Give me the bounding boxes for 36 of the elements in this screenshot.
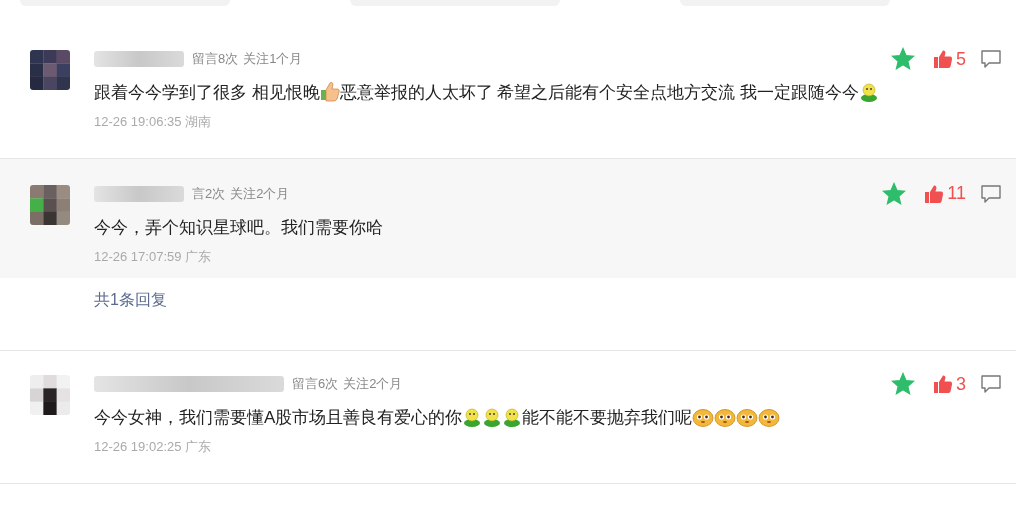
comment-text: 今今女神，我们需要懂A股市场且善良有爱心的你 <box>94 408 463 427</box>
thumbs-up-icon <box>924 183 945 204</box>
comment-time: 12-26 19:06:35 湖南 <box>94 113 212 131</box>
comment-text: 今今，弄个知识星球吧。我们需要你哈 <box>94 217 383 237</box>
reply-icon[interactable] <box>980 49 1002 69</box>
replies-link[interactable]: 共1条回复 <box>94 288 167 312</box>
comment-time: 12-26 19:02:25 广东 <box>94 438 212 456</box>
comment-time: 12-26 17:07:59 广东 <box>94 247 212 266</box>
star-button[interactable] <box>882 181 907 206</box>
reply-icon[interactable] <box>980 183 1002 204</box>
like-button[interactable]: 3 <box>933 370 966 398</box>
smiling-figure-icon <box>502 407 523 427</box>
comment-text: 恶意举报的人太坏了 希望之后能有个安全点地方交流 我一定跟随今今 <box>339 83 860 102</box>
crying-face-icon <box>692 407 715 427</box>
star-button[interactable] <box>891 47 915 71</box>
thumbs-up-icon <box>319 80 340 102</box>
comment-meta: 关注2个月 <box>343 375 403 394</box>
comment-meta: 留言6次 <box>292 375 339 394</box>
smiling-figure-icon <box>482 407 503 427</box>
reply-icon[interactable] <box>980 374 1002 394</box>
comment-meta: 言2次 <box>192 184 226 203</box>
smiling-figure-icon <box>859 82 880 102</box>
crying-face-icon <box>714 407 737 427</box>
like-button[interactable]: 11 <box>924 180 966 207</box>
comment-meta: 关注1个月 <box>243 50 303 69</box>
comment-text: 能不能不要抛弃我们呢 <box>522 408 693 427</box>
comment-meta: 关注2个月 <box>230 184 290 203</box>
crying-face-icon <box>758 407 781 427</box>
star-button[interactable] <box>891 372 915 396</box>
thumbs-up-icon <box>933 49 953 69</box>
crying-face-icon <box>736 407 759 427</box>
smiling-figure-icon <box>462 407 483 427</box>
thumbs-up-icon <box>933 374 953 394</box>
like-button[interactable]: 5 <box>933 45 966 73</box>
comment-text: 跟着今今学到了很多 相见恨晚 <box>94 83 320 102</box>
comment-meta: 留言8次 <box>192 50 239 69</box>
